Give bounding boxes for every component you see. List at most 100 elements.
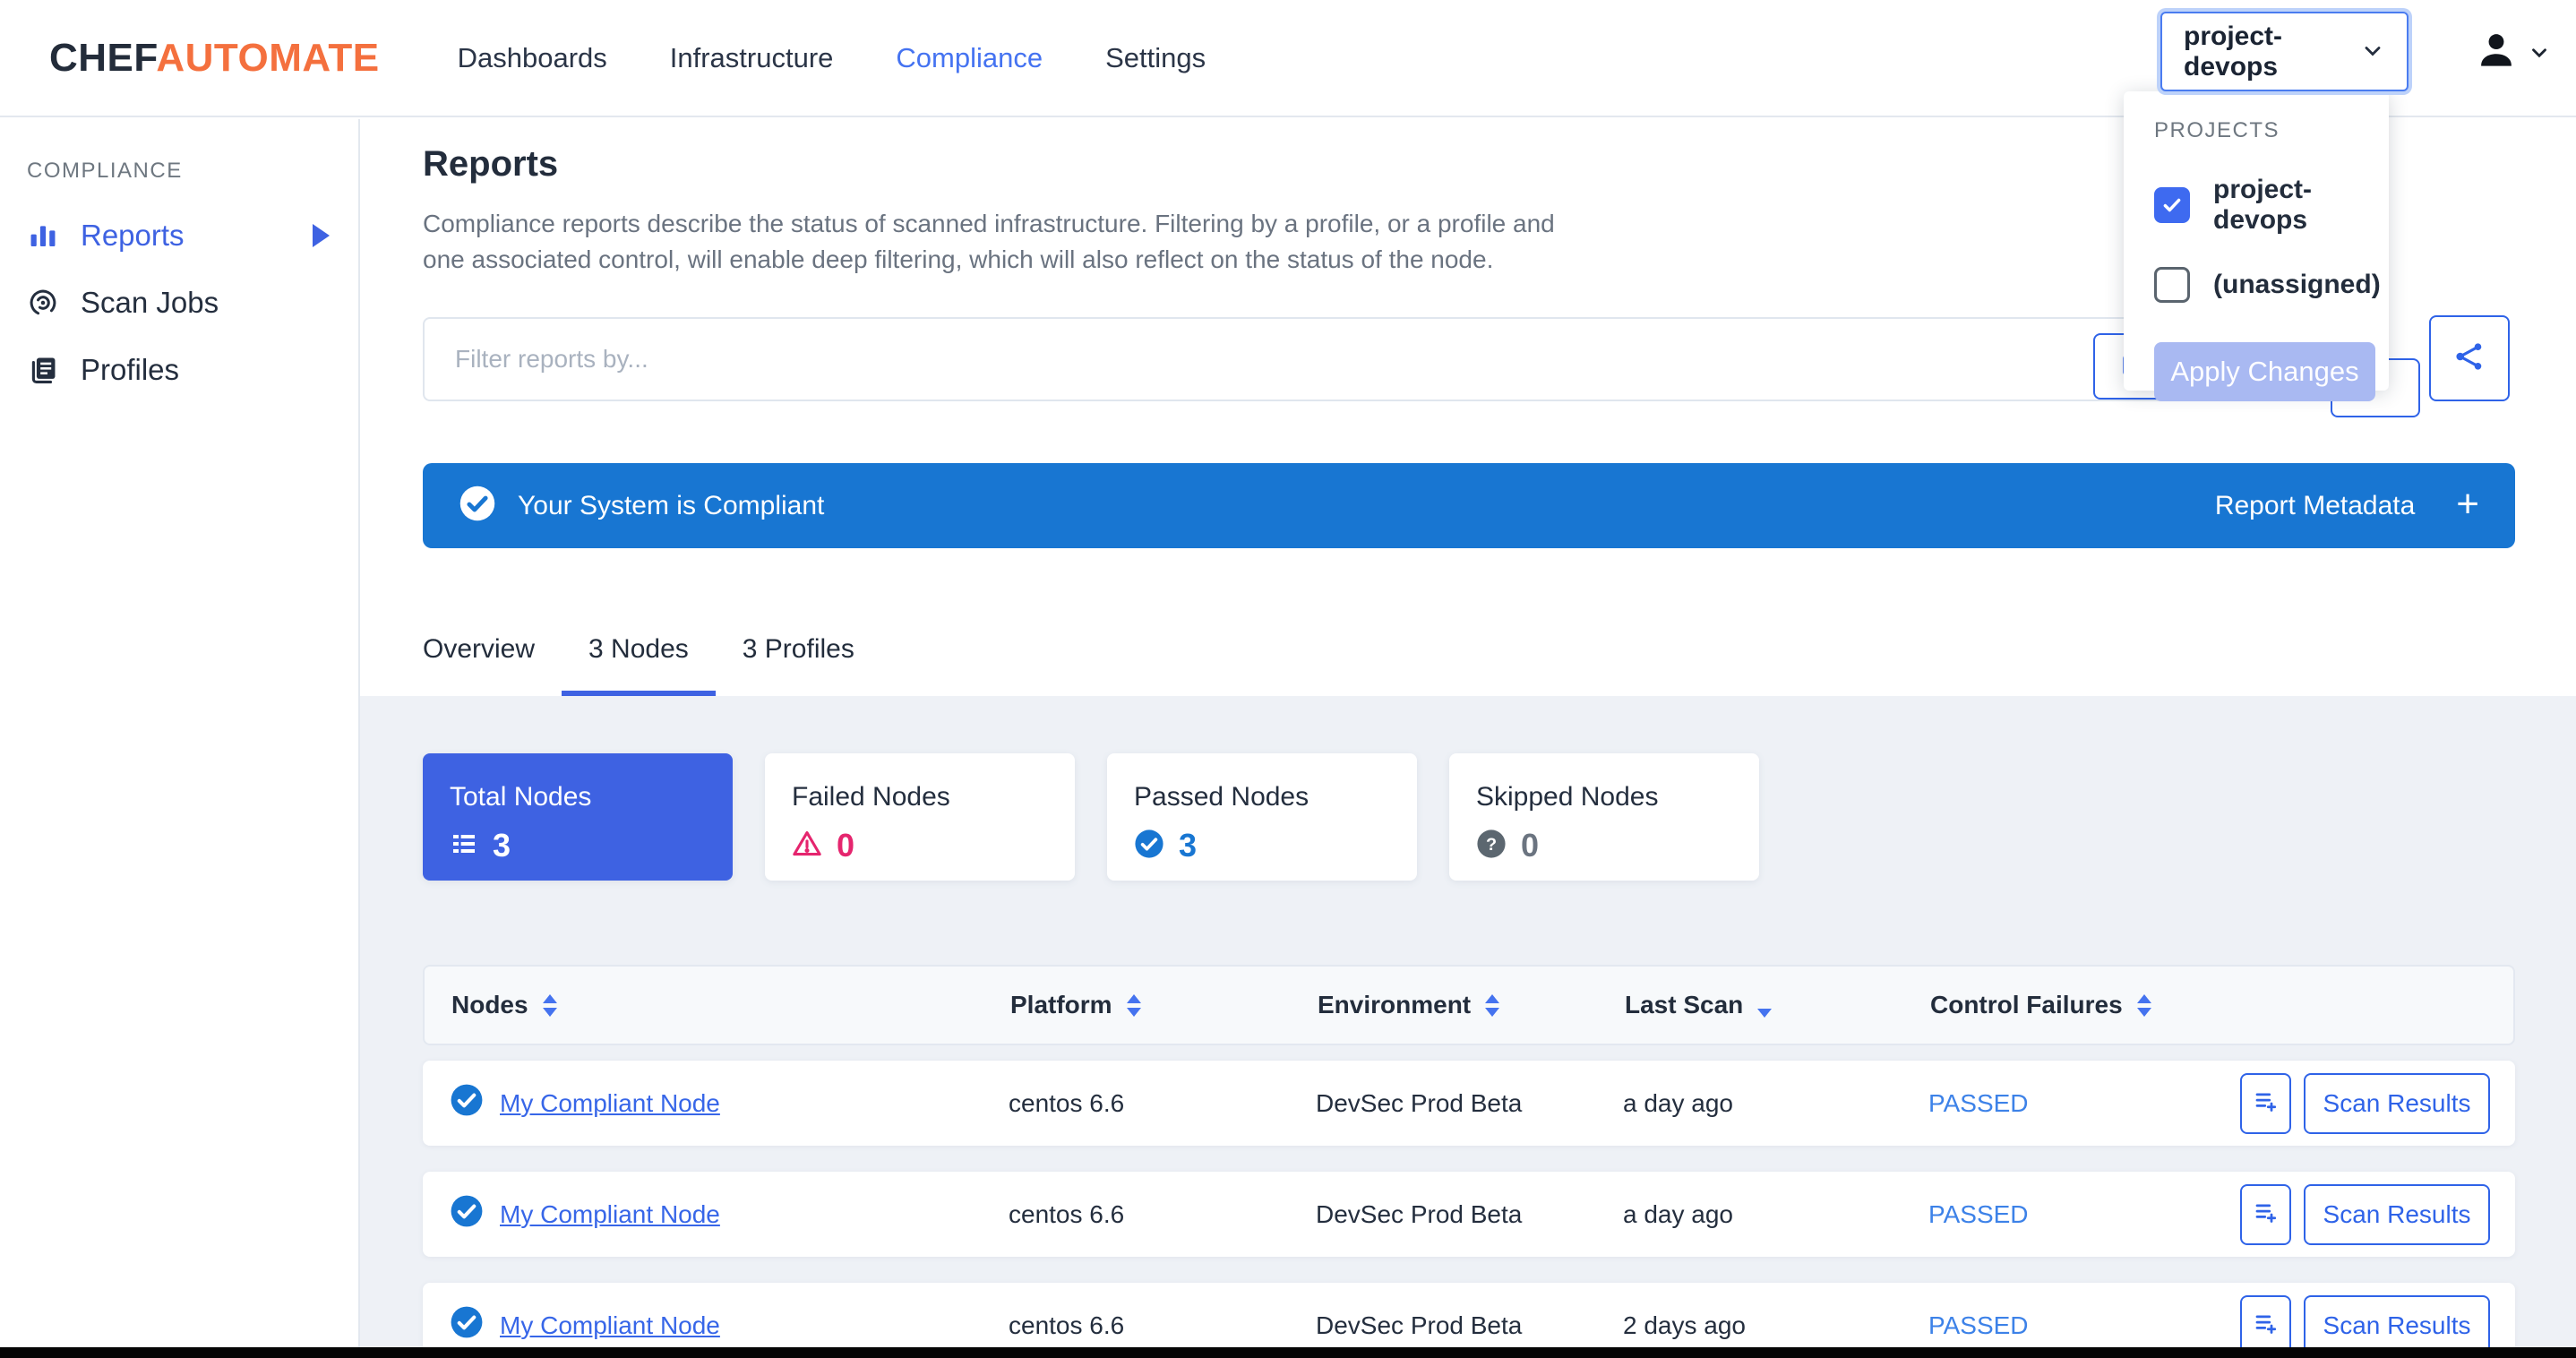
compliance-status-banner: Your System is Compliant Report Metadata… <box>423 463 2515 548</box>
environment-cell: DevSec Prod Beta <box>1316 1311 1623 1340</box>
nav-item[interactable]: Infrastructure <box>639 42 865 74</box>
tab[interactable]: 3 Nodes <box>562 607 716 696</box>
main-nav: Dashboards Infrastructure Compliance Set… <box>426 42 1238 74</box>
share-button[interactable] <box>2429 315 2510 401</box>
sidebar: COMPLIANCE Reports Scan Jobs <box>0 119 360 1358</box>
project-option[interactable]: project-devops <box>2154 175 2358 236</box>
column-label: Last Scan <box>1625 991 1743 1019</box>
sort-arrows-icon <box>543 994 557 1017</box>
check-circle-icon <box>450 1194 484 1234</box>
compliance-banner-wrap: Your System is Compliant Report Metadata… <box>360 401 2576 548</box>
column-label: Control Failures <box>1930 991 2123 1019</box>
column-header[interactable]: Control Failures <box>1930 991 2486 1019</box>
nav-item[interactable]: Settings <box>1074 42 1237 74</box>
nodes-table-body: My Compliant Node centos 6.6 DevSec Prod… <box>423 1061 2515 1358</box>
sidebar-item-label: Scan Jobs <box>81 286 219 320</box>
checkbox[interactable] <box>2154 267 2190 303</box>
scan-icon <box>27 287 59 319</box>
tab[interactable]: 3 Profiles <box>716 607 881 696</box>
plus-icon: + <box>2456 485 2479 524</box>
node-link[interactable]: My Compliant Node <box>500 1311 720 1340</box>
sidebar-item-profiles[interactable]: Profiles <box>27 336 335 403</box>
list-icon <box>450 829 478 863</box>
table-row: My Compliant Node centos 6.6 DevSec Prod… <box>423 1172 2515 1257</box>
add-filter-button[interactable] <box>2240 1184 2291 1245</box>
check-circle-icon <box>1134 829 1164 864</box>
nodes-table-header: Nodes Platform Environment <box>423 965 2515 1045</box>
projects-dropdown-title: PROJECTS <box>2154 118 2358 143</box>
user-avatar-icon <box>2476 30 2517 75</box>
warning-triangle-icon <box>792 829 822 864</box>
sidebar-item-label: Reports <box>81 219 185 253</box>
environment-cell: DevSec Prod Beta <box>1316 1200 1623 1229</box>
project-option-label: (unassigned) <box>2213 270 2381 300</box>
row-actions: Scan Results <box>2240 1184 2490 1245</box>
column-header[interactable]: Nodes <box>451 991 1010 1019</box>
sidebar-item-label: Profiles <box>81 353 179 387</box>
node-link[interactable]: My Compliant Node <box>500 1089 720 1118</box>
project-option-label: project-devops <box>2213 175 2358 236</box>
environment-cell: DevSec Prod Beta <box>1316 1089 1623 1118</box>
checkbox[interactable] <box>2154 187 2190 223</box>
report-tabs: Overview 3 Nodes 3 Profiles <box>360 548 2576 696</box>
check-circle-icon <box>450 1305 484 1345</box>
column-header[interactable]: Platform <box>1010 991 1318 1019</box>
chevron-right-icon <box>313 224 330 247</box>
row-actions: Scan Results <box>2240 1073 2490 1134</box>
sidebar-item-reports[interactable]: Reports <box>27 202 335 269</box>
column-header[interactable]: Environment <box>1318 991 1625 1019</box>
chef-automate-screen: CHEFAUTOMATE Dashboards Infrastructure C… <box>0 0 2576 1358</box>
sort-arrows-icon <box>2137 994 2151 1017</box>
project-selector-value: project-devops <box>2184 21 2360 82</box>
total-nodes-card[interactable]: Total Nodes 3 <box>423 753 733 881</box>
scan-results-button[interactable]: Scan Results <box>2304 1073 2490 1134</box>
card-value: 3 <box>1179 827 1197 864</box>
card-title: Failed Nodes <box>792 782 1048 812</box>
sort-arrows-icon <box>1757 1009 1772 1018</box>
profiles-icon <box>27 355 59 385</box>
chef-automate-logo[interactable]: CHEFAUTOMATE <box>49 36 380 81</box>
list-plus-icon <box>2253 1199 2280 1229</box>
project-selector[interactable]: project-devops <box>2160 12 2409 91</box>
screen-bottom-edge <box>0 1347 2576 1358</box>
nav-item[interactable]: Dashboards <box>426 42 639 74</box>
card-title: Skipped Nodes <box>1476 782 1732 812</box>
card-value: 3 <box>493 827 511 864</box>
page-description: Compliance reports describe the status o… <box>423 206 1578 278</box>
skipped-nodes-card[interactable]: Skipped Nodes ? 0 <box>1449 753 1759 881</box>
add-filter-button[interactable] <box>2240 1073 2291 1134</box>
passed-nodes-card[interactable]: Passed Nodes 3 <box>1107 753 1417 881</box>
bar-chart-icon <box>27 220 59 251</box>
share-icon <box>2452 340 2486 378</box>
card-value: 0 <box>837 827 854 864</box>
node-link[interactable]: My Compliant Node <box>500 1200 720 1229</box>
sort-arrows-icon <box>1127 994 1141 1017</box>
column-label: Nodes <box>451 991 528 1019</box>
banner-status-text: Your System is Compliant <box>518 491 824 521</box>
control-failures-cell: PASSED <box>1928 1200 2240 1229</box>
filter-reports-input[interactable] <box>423 317 2322 401</box>
node-cell: My Compliant Node <box>450 1305 1009 1345</box>
sidebar-section-label: COMPLIANCE <box>27 159 335 184</box>
report-metadata-toggle[interactable]: Report Metadata + <box>2215 488 2479 524</box>
list-plus-icon <box>2253 1088 2280 1118</box>
project-option[interactable]: (unassigned) <box>2154 267 2358 303</box>
nav-item[interactable]: Compliance <box>864 42 1074 74</box>
sort-arrows-icon <box>1485 994 1499 1017</box>
svg-text:?: ? <box>1486 835 1497 855</box>
control-failures-cell: PASSED <box>1928 1089 2240 1118</box>
chevron-down-icon <box>2360 39 2385 68</box>
check-circle-icon <box>450 1083 484 1123</box>
scan-results-button[interactable]: Scan Results <box>2304 1184 2490 1245</box>
table-row: My Compliant Node centos 6.6 DevSec Prod… <box>423 1061 2515 1146</box>
column-header[interactable]: Last Scan <box>1625 991 1930 1019</box>
user-menu[interactable] <box>2476 30 2551 75</box>
column-label: Environment <box>1318 991 1471 1019</box>
node-cell: My Compliant Node <box>450 1083 1009 1123</box>
apply-changes-button[interactable]: Apply Changes <box>2154 342 2375 401</box>
report-metadata-label: Report Metadata <box>2215 491 2415 521</box>
sidebar-item-scan-jobs[interactable]: Scan Jobs <box>27 269 335 336</box>
question-circle-icon: ? <box>1476 829 1507 864</box>
failed-nodes-card[interactable]: Failed Nodes 0 <box>765 753 1075 881</box>
tab[interactable]: Overview <box>396 607 562 696</box>
